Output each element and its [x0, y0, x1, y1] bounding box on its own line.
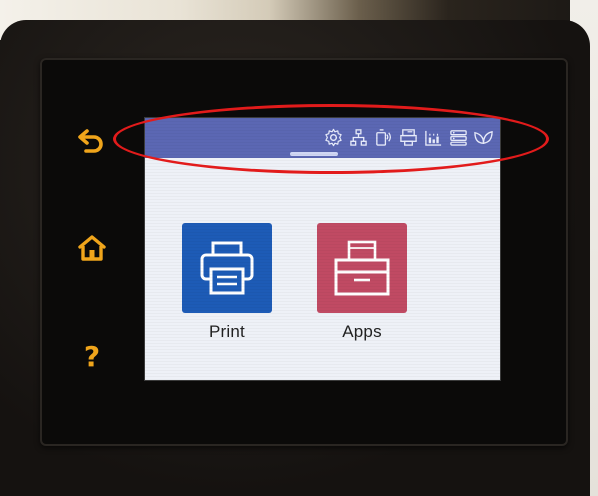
help-label: ?	[83, 340, 101, 373]
back-arrow-icon	[78, 129, 103, 153]
printer-icon	[200, 241, 254, 295]
apps-tile[interactable]	[317, 223, 407, 313]
help-button[interactable]: ?	[72, 337, 112, 377]
apps-tile-label: Apps	[342, 322, 382, 341]
annotation-ellipse	[113, 104, 549, 174]
print-tile-label: Print	[209, 322, 245, 341]
home-icon	[78, 235, 106, 261]
print-tile[interactable]	[182, 223, 272, 313]
back-button[interactable]	[72, 122, 112, 162]
apps-icon	[334, 240, 390, 296]
home-button[interactable]	[72, 228, 112, 268]
